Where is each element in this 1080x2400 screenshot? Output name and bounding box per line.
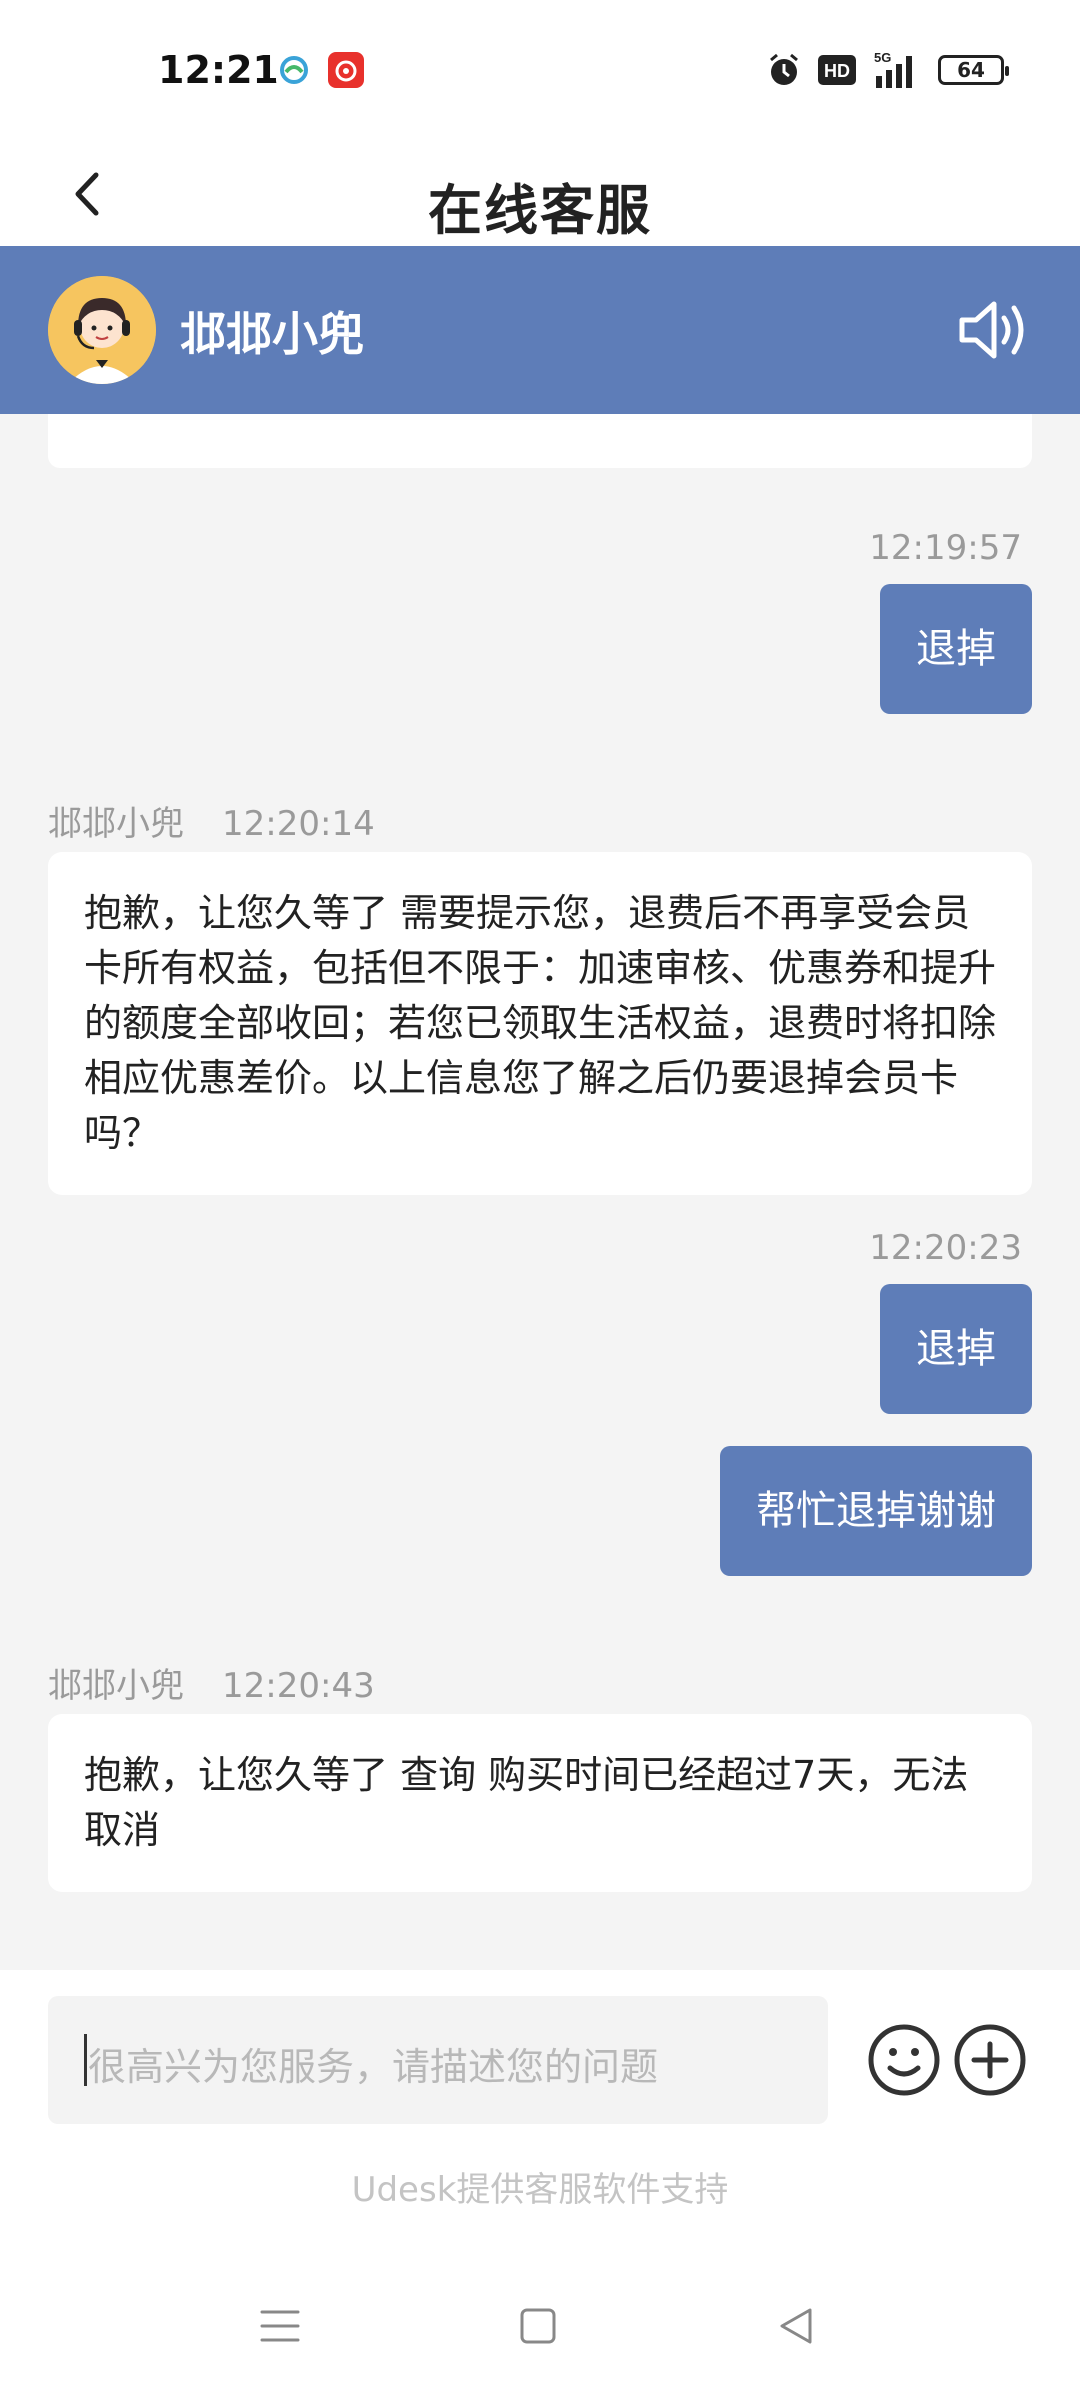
- previous-message-bubble: [48, 414, 1032, 468]
- plus-circle-icon: [954, 2024, 1026, 2096]
- message-input[interactable]: 很高兴为您服务，请描述您的问题: [48, 1996, 828, 2124]
- agent-message-meta: 邶邶小兜 12:20:43: [48, 1658, 375, 1707]
- text-caret: [84, 2034, 87, 2086]
- status-bar: 12:21 HD 5G 64: [0, 0, 1080, 140]
- smiley-icon: [868, 2024, 940, 2096]
- page-title: 在线客服: [428, 179, 652, 242]
- message-timestamp: 12:20:43: [222, 1666, 375, 1706]
- sender-name: 邶邶小兜: [48, 804, 184, 844]
- speaker-button[interactable]: [956, 296, 1032, 364]
- status-time: 12:21: [158, 48, 279, 92]
- speaker-icon: [959, 301, 1024, 359]
- chat-area[interactable]: 12:19:57 退掉 邶邶小兜 12:20:14 抱歉，让您久等了 需要提示您，…: [0, 414, 1080, 1970]
- notification-app-icon: [276, 52, 312, 88]
- user-message-bubble: 帮忙退掉谢谢: [720, 1446, 1032, 1576]
- music-app-icon: [328, 52, 364, 88]
- emoji-button[interactable]: [866, 2022, 942, 2098]
- battery-indicator: 64: [938, 55, 1009, 85]
- more-options-button[interactable]: [952, 2022, 1028, 2098]
- alarm-icon: [766, 50, 802, 90]
- agent-name: 邶邶小兜: [180, 307, 364, 361]
- agent-message-bubble: 抱歉，让您久等了 查询 购买时间已经超过7天，无法取消: [48, 1714, 1032, 1892]
- status-indicators: HD 5G 64: [766, 50, 1009, 90]
- agent-message-meta: 邶邶小兜 12:20:14: [48, 796, 375, 845]
- agent-message-bubble: 抱歉，让您久等了 需要提示您，退费后不再享受会员卡所有权益，包括但不限于：加速审…: [48, 852, 1032, 1195]
- home-nav-button[interactable]: [508, 2296, 568, 2356]
- message-timestamp: 12:20:23: [869, 1228, 1022, 1268]
- signal-icon: 5G: [872, 50, 922, 90]
- input-area: 很高兴为您服务，请描述您的问题 Udesk提供客服软件支持: [0, 1970, 1080, 2250]
- input-placeholder: 很高兴为您服务，请描述您的问题: [88, 2045, 659, 2089]
- page-header: 在线客服: [0, 140, 1080, 246]
- user-message-bubble: 退掉: [880, 584, 1032, 714]
- hd-icon: HD: [818, 50, 856, 90]
- back-nav-button[interactable]: [766, 2296, 826, 2356]
- message-timestamp: 12:20:14: [222, 804, 375, 844]
- system-nav-bar: [0, 2250, 1080, 2400]
- user-message-bubble: 退掉: [880, 1284, 1032, 1414]
- svg-text:5G: 5G: [874, 50, 891, 65]
- menu-nav-button[interactable]: [250, 2296, 310, 2356]
- agent-avatar: [48, 276, 156, 384]
- message-timestamp: 12:19:57: [869, 528, 1022, 568]
- triangle-back-icon: [780, 2308, 812, 2344]
- svg-text:HD: HD: [824, 61, 850, 81]
- agent-bar: 邶邶小兜: [0, 246, 1080, 414]
- menu-icon: [260, 2310, 300, 2342]
- sender-name: 邶邶小兜: [48, 1666, 184, 1706]
- square-icon: [520, 2308, 556, 2344]
- powered-by-text: Udesk提供客服软件支持: [351, 2170, 729, 2210]
